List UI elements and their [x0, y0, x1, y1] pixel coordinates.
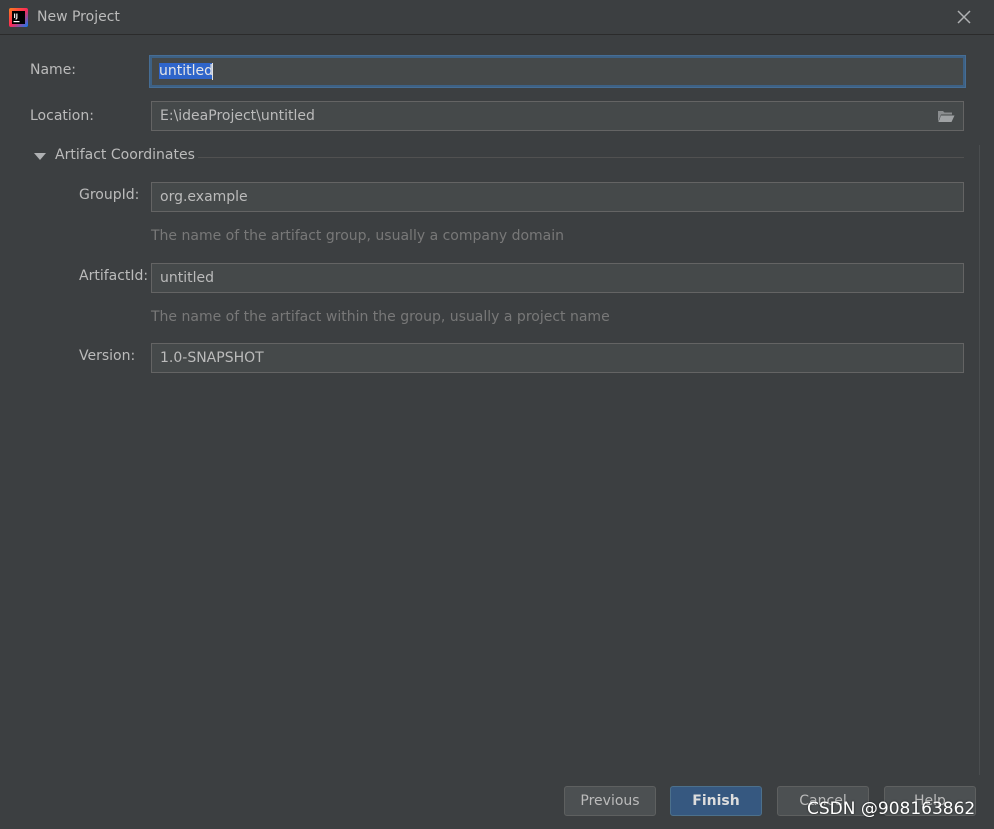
location-value: E:\ideaProject\untitled — [160, 108, 315, 124]
artifact-coordinates-header[interactable]: Artifact Coordinates — [55, 147, 195, 163]
finish-button[interactable]: Finish — [670, 786, 762, 816]
artifactid-value: untitled — [160, 270, 215, 286]
version-input[interactable]: 1.0-SNAPSHOT — [151, 343, 964, 373]
name-label: Name: — [30, 62, 77, 78]
name-value: untitled — [159, 63, 214, 79]
close-icon[interactable] — [955, 8, 973, 26]
title-bar: IJ New Project — [0, 0, 994, 35]
name-input[interactable]: untitled — [150, 56, 965, 87]
groupid-label: GroupId: — [79, 187, 140, 203]
section-divider — [198, 157, 964, 158]
svg-text:IJ: IJ — [14, 13, 18, 20]
artifactid-hint: The name of the artifact within the grou… — [151, 309, 610, 325]
location-input[interactable]: E:\ideaProject\untitled — [151, 101, 964, 131]
groupid-value: org.example — [160, 189, 248, 205]
artifactid-input[interactable]: untitled — [151, 263, 964, 293]
version-label: Version: — [79, 348, 136, 364]
artifactid-label: ArtifactId: — [79, 268, 149, 284]
text-caret — [212, 62, 214, 80]
groupid-input[interactable]: org.example — [151, 182, 964, 212]
version-value: 1.0-SNAPSHOT — [160, 350, 264, 366]
folder-open-icon[interactable] — [937, 109, 955, 123]
watermark: CSDN @908163862 — [807, 799, 976, 819]
previous-button[interactable]: Previous — [564, 786, 656, 816]
scrollbar-track[interactable] — [979, 145, 980, 775]
intellij-idea-icon: IJ — [9, 8, 28, 27]
collapse-triangle-icon[interactable] — [34, 152, 46, 162]
window-title: New Project — [37, 9, 120, 25]
location-label: Location: — [30, 108, 94, 124]
groupid-hint: The name of the artifact group, usually … — [151, 228, 564, 244]
